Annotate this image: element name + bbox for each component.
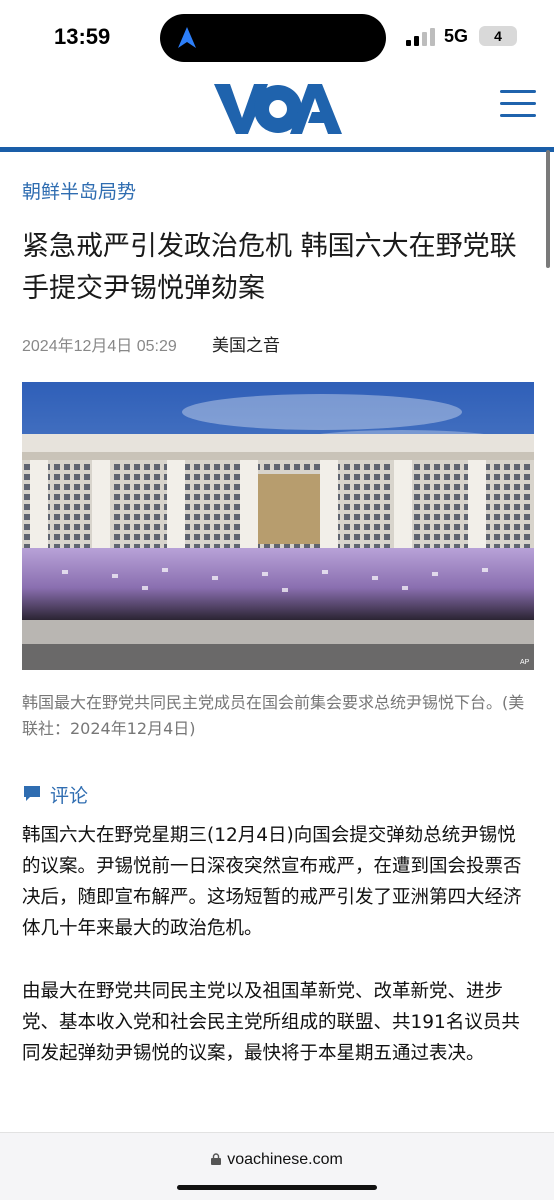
article-byline[interactable]: 美国之音 — [212, 331, 280, 356]
photo-caption: 韩国最大在野党共同民主党成员在国会前集会要求总统尹锡悦下台。(美联社：2024年… — [22, 693, 525, 738]
article-title: 紧急戒严引发政治危机 韩国六大在野党联手提交尹锡悦弹劾案 — [22, 231, 517, 304]
browser-address-bar[interactable]: voachinese.com — [0, 1132, 554, 1200]
network-type: 5G — [444, 26, 469, 46]
clock-time: 13:59 — [54, 24, 111, 49]
article-paragraph: 由最大在野党共同民主党以及祖国革新党、改革新党、进步党、基本收入党和社会民主党所… — [22, 981, 520, 1064]
voa-logo[interactable] — [212, 82, 344, 136]
page-scrollbar[interactable] — [546, 150, 550, 268]
parliament-rally-image: AP — [22, 382, 534, 670]
status-bar: 13:59 5G 4 — [0, 0, 554, 72]
article-photo[interactable]: AP — [22, 382, 534, 670]
url-text: voachinese.com — [227, 1151, 343, 1168]
speech-bubble-icon — [24, 786, 40, 801]
photo-credit: AP — [520, 659, 530, 666]
dynamic-island — [160, 14, 386, 62]
navigation-arrow-icon — [178, 27, 196, 48]
comment-label: 评论 — [50, 784, 89, 807]
site-header — [0, 72, 554, 152]
url-display[interactable]: voachinese.com — [0, 1151, 554, 1169]
header-divider — [0, 147, 554, 152]
article-paragraph: 韩国六大在野党星期三(12月4日)向国会提交弹劾总统尹锡悦的议案。尹锡悦前一日深… — [22, 825, 522, 939]
home-indicator[interactable] — [177, 1185, 377, 1190]
publish-date: 2024年12月4日 05:29 — [22, 338, 177, 355]
category-link[interactable]: 朝鲜半岛局势 — [22, 177, 136, 204]
comment-link[interactable]: 评论 — [22, 780, 88, 808]
battery-indicator: 4 — [479, 26, 517, 46]
lock-icon — [211, 1153, 222, 1165]
hamburger-menu-icon[interactable] — [500, 90, 536, 120]
cellular-signal-icon — [406, 28, 435, 46]
